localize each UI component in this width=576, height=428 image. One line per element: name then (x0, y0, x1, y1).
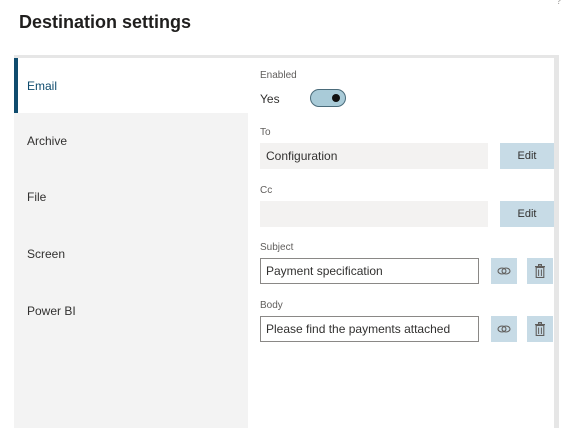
nav-item-label: Screen (27, 246, 66, 261)
nav-item-label: Email (27, 78, 58, 93)
nav-item-power-bi[interactable]: Power BI (14, 283, 248, 338)
nav-item-screen[interactable]: Screen (14, 226, 248, 281)
toggle-knob (332, 94, 340, 102)
enabled-label: Enabled (260, 70, 297, 81)
nav-item-label: Power BI (27, 303, 76, 318)
link-icon (497, 267, 511, 275)
cc-edit-button[interactable]: Edit (500, 201, 554, 227)
link-icon (497, 325, 511, 333)
to-edit-button[interactable]: Edit (500, 143, 554, 169)
delete-icon (535, 322, 545, 336)
to-field: Configuration (260, 143, 488, 169)
nav-item-label: Archive (27, 133, 68, 148)
cc-field (260, 201, 488, 227)
help-mark[interactable]: ? (556, 0, 562, 7)
cc-label: Cc (260, 185, 273, 196)
subject-delete-button[interactable] (527, 258, 553, 284)
page-title: Destination settings (19, 12, 192, 32)
body-link-button[interactable] (491, 316, 517, 342)
nav-item-file[interactable]: File (14, 169, 248, 224)
subject-label: Subject (260, 242, 294, 253)
body-delete-button[interactable] (527, 316, 553, 342)
subject-input[interactable]: Payment specification (260, 258, 479, 284)
to-label: To (260, 127, 271, 138)
email-settings-form: Enabled Yes To Configuration Edit Cc Edi… (248, 58, 554, 428)
nav-item-email[interactable]: Email (14, 58, 248, 113)
nav-item-label: File (27, 189, 47, 204)
destination-nav: Email Archive File Screen Power BI (14, 58, 248, 428)
subject-link-button[interactable] (491, 258, 517, 284)
delete-icon (535, 264, 545, 278)
body-label: Body (260, 300, 283, 311)
body-input[interactable]: Please find the payments attached (260, 316, 479, 342)
nav-item-archive[interactable]: Archive (14, 113, 248, 168)
enabled-toggle[interactable] (310, 89, 346, 107)
enabled-value-text: Yes (260, 92, 280, 106)
